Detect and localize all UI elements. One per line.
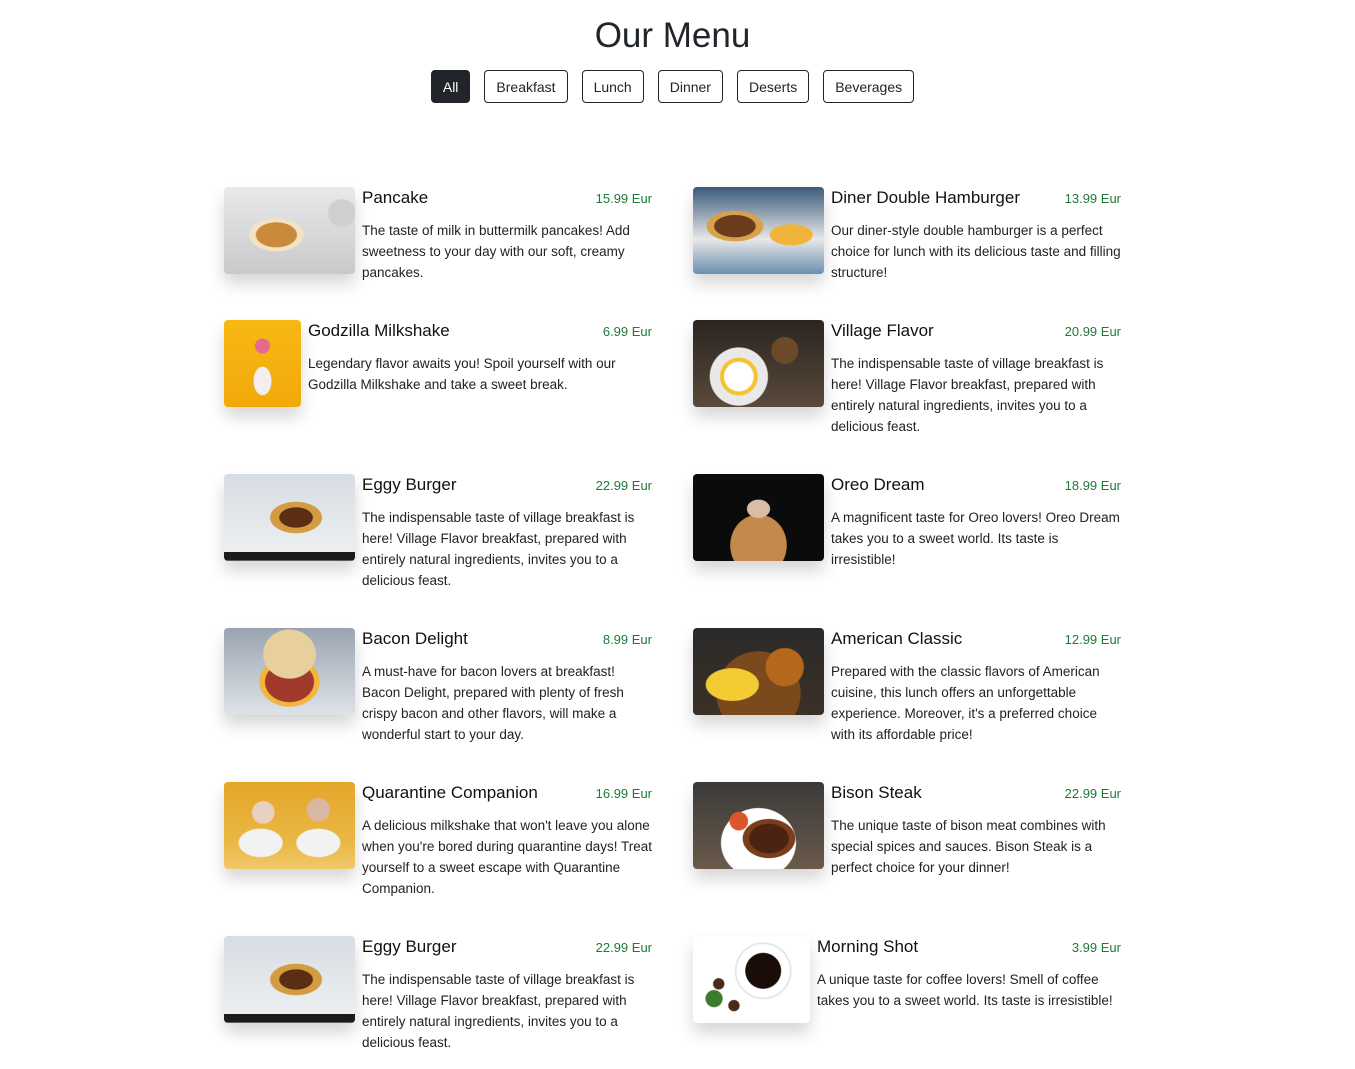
filter-lunch-button[interactable]: Lunch [581,70,644,103]
filter-deserts-button[interactable]: Deserts [736,70,810,103]
menu-item-name: Oreo Dream [831,475,925,494]
menu-item-name: Pancake [362,188,429,207]
filter-breakfast-button[interactable]: Breakfast [484,70,568,103]
menu-item-name: Godzilla Milkshake [308,321,450,340]
filter-beverages-button[interactable]: Beverages [823,70,915,103]
menu-item-description: Legendary flavor awaits you! Spoil yours… [308,356,616,392]
menu-item-price: 15.99 Eur [595,191,652,206]
menu-item-header: Bacon Delight 8.99 Eur [362,628,652,649]
menu-item-body: Bacon Delight 8.99 Eur A must-have for b… [362,628,652,745]
menu-item-body: Godzilla Milkshake 6.99 Eur Legendary fl… [308,320,652,407]
menu-item-oreo-dream: Oreo Dream 18.99 Eur A magnificent taste… [693,474,1121,570]
menu-item-eggy-burger: Eggy Burger 22.99 Eur The indispensable … [224,474,652,591]
menu-item-diner-double-hamburger: Diner Double Hamburger 13.99 Eur Our din… [693,187,1121,283]
menu-item-description: The indispensable taste of village break… [831,356,1104,434]
menu-item-name: Village Flavor [831,321,934,340]
menu-item-header: Eggy Burger 22.99 Eur [362,474,652,495]
egg-burger-photo [224,936,355,1023]
menu-item-price: 16.99 Eur [595,786,652,801]
menu-item-body: Oreo Dream 18.99 Eur A magnificent taste… [831,474,1121,570]
menu-item-price: 18.99 Eur [1064,478,1121,493]
menu-item-price: 8.99 Eur [602,632,652,647]
menu-item-bison-steak: Bison Steak 22.99 Eur The unique taste o… [693,782,1121,878]
menu-item-name: Diner Double Hamburger [831,188,1020,207]
menu-item-description: The indispensable taste of village break… [362,510,635,588]
menu-item-name: Eggy Burger [362,475,457,494]
menu-item-name: Quarantine Companion [362,783,538,802]
egg-burger-photo [224,474,355,561]
menu-item-body: American Classic 12.99 Eur Prepared with… [831,628,1121,745]
menu-item-description: Prepared with the classic flavors of Ame… [831,664,1100,742]
milkshake-photo [224,320,301,407]
steak-photo [693,782,824,869]
menu-item-price: 3.99 Eur [1071,940,1121,955]
menu-item-description: A must-have for bacon lovers at breakfas… [362,664,624,742]
menu-item-body: Pancake 15.99 Eur The taste of milk in b… [362,187,652,283]
menu-item-header: Godzilla Milkshake 6.99 Eur [308,320,652,341]
menu-item-description: The unique taste of bison meat combines … [831,818,1106,875]
menu-item-pancake: Pancake 15.99 Eur The taste of milk in b… [224,187,652,283]
menu-item-description: The indispensable taste of village break… [362,972,635,1050]
couple-milkshake-photo [224,782,355,869]
pancake-photo [224,187,355,274]
menu-item-village-flavor: Village Flavor 20.99 Eur The indispensab… [693,320,1121,437]
menu-item-name: Eggy Burger [362,937,457,956]
menu-item-eggy-burger-2: Eggy Burger 22.99 Eur The indispensable … [224,936,652,1053]
bacon-sandwich-photo [224,628,355,715]
menu-item-description: A delicious milkshake that won't leave y… [362,818,653,896]
menu-item-header: Morning Shot 3.99 Eur [817,936,1121,957]
burger-fries-photo [693,628,824,715]
menu-item-quarantine-companion: Quarantine Companion 16.99 Eur A delicio… [224,782,652,899]
hamburger-photo [693,187,824,274]
menu-item-body: Eggy Burger 22.99 Eur The indispensable … [362,474,652,591]
menu-item-american-classic: American Classic 12.99 Eur Prepared with… [693,628,1121,745]
menu-item-price: 13.99 Eur [1064,191,1121,206]
menu-item-price: 6.99 Eur [602,324,652,339]
menu-item-price: 22.99 Eur [595,940,652,955]
menu-item-bacon-delight: Bacon Delight 8.99 Eur A must-have for b… [224,628,652,745]
menu-item-description: Our diner-style double hamburger is a pe… [831,223,1121,280]
coffee-cup-photo [693,936,810,1023]
menu-item-body: Eggy Burger 22.99 Eur The indispensable … [362,936,652,1053]
menu-item-description: A magnificent taste for Oreo lovers! Ore… [831,510,1120,567]
menu-item-header: Oreo Dream 18.99 Eur [831,474,1121,495]
page-title: Our Menu [594,16,751,55]
menu-item-morning-shot: Morning Shot 3.99 Eur A unique taste for… [693,936,1121,1023]
menu-item-header: Bison Steak 22.99 Eur [831,782,1121,803]
menu-item-body: Village Flavor 20.99 Eur The indispensab… [831,320,1121,437]
menu-item-body: Morning Shot 3.99 Eur A unique taste for… [817,936,1121,1023]
menu-item-price: 22.99 Eur [1064,786,1121,801]
filter-dinner-button[interactable]: Dinner [657,70,723,103]
menu-item-body: Diner Double Hamburger 13.99 Eur Our din… [831,187,1121,283]
menu-item-header: Quarantine Companion 16.99 Eur [362,782,652,803]
menu-item-name: Bison Steak [831,783,922,802]
category-filter-bar: All Breakfast Lunch Dinner Deserts Bever… [0,70,1345,103]
menu-item-header: Village Flavor 20.99 Eur [831,320,1121,341]
menu-item-body: Bison Steak 22.99 Eur The unique taste o… [831,782,1121,878]
village-breakfast-photo [693,320,824,407]
menu-item-header: Pancake 15.99 Eur [362,187,652,208]
menu-item-price: 12.99 Eur [1064,632,1121,647]
menu-item-body: Quarantine Companion 16.99 Eur A delicio… [362,782,652,899]
menu-item-header: Diner Double Hamburger 13.99 Eur [831,187,1121,208]
filter-all-button[interactable]: All [430,70,471,103]
menu-item-godzilla-milkshake: Godzilla Milkshake 6.99 Eur Legendary fl… [224,320,652,407]
menu-item-price: 22.99 Eur [595,478,652,493]
menu-item-description: The taste of milk in buttermilk pancakes… [362,223,630,280]
menu-item-name: American Classic [831,629,963,648]
menu-item-description: A unique taste for coffee lovers! Smell … [817,972,1113,1008]
menu-item-name: Bacon Delight [362,629,468,648]
menu-item-header: Eggy Burger 22.99 Eur [362,936,652,957]
oreo-shake-photo [693,474,824,561]
menu-item-name: Morning Shot [817,937,919,956]
menu-item-header: American Classic 12.99 Eur [831,628,1121,649]
menu-item-price: 20.99 Eur [1064,324,1121,339]
